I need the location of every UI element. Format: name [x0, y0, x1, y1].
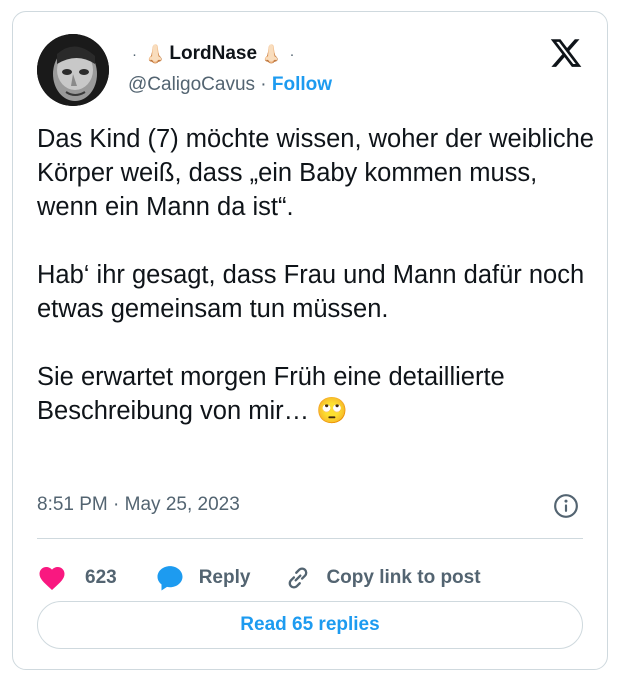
like-count: 623 — [85, 567, 117, 588]
follow-link[interactable]: Follow — [272, 74, 332, 95]
divider — [37, 538, 583, 539]
tweet-paragraph: Das Kind (7) möchte wissen, woher der we… — [37, 125, 594, 221]
tweet-paragraph: Hab‘ ihr gesagt, dass Frau und Mann dafü… — [37, 261, 585, 323]
handle-row: @CaligoCavus · Follow — [128, 74, 332, 96]
tweet-text: Das Kind (7) möchte wissen, woher der we… — [37, 122, 597, 428]
name-suffix-glyph: · — [289, 45, 295, 63]
read-replies-button[interactable]: Read 65 replies — [37, 601, 583, 649]
action-bar: 623 Reply Copy link to post — [37, 560, 481, 596]
nose-emoji: 👃🏻 — [144, 43, 167, 64]
avatar[interactable] — [37, 34, 109, 106]
name-prefix-glyph: · — [132, 45, 137, 63]
like-button[interactable]: 623 — [37, 563, 117, 593]
timestamp[interactable]: 8:51 PM · May 25, 2023 — [37, 494, 240, 516]
copy-link-label: Copy link to post — [326, 567, 481, 588]
tweet-card[interactable]: · 👃🏻 LordNase 👃🏻 · @CaligoCavus · Follow… — [12, 11, 608, 670]
reply-bubble-icon — [157, 566, 183, 591]
author-name-row[interactable]: · 👃🏻 LordNase 👃🏻 · — [128, 43, 298, 65]
info-icon[interactable] — [553, 493, 579, 519]
face-with-rolling-eyes-emoji: 🙄 — [316, 397, 348, 425]
nose-emoji: 👃🏻 — [260, 43, 283, 64]
x-logo-icon[interactable] — [549, 36, 583, 70]
heart-icon — [39, 567, 65, 590]
author-display-name[interactable]: LordNase — [169, 43, 257, 65]
copy-link-button[interactable]: Copy link to post — [284, 564, 481, 592]
tweet-paragraph: Sie erwartet morgen Früh eine detaillier… — [37, 360, 597, 428]
tweet-paragraph-text: Sie erwartet morgen Früh eine detaillier… — [37, 363, 505, 425]
reply-label: Reply — [198, 567, 251, 588]
author-handle[interactable]: @CaligoCavus — [128, 74, 255, 95]
link-icon — [289, 567, 308, 589]
reply-button[interactable]: Reply — [155, 563, 251, 593]
separator: · — [255, 74, 272, 95]
